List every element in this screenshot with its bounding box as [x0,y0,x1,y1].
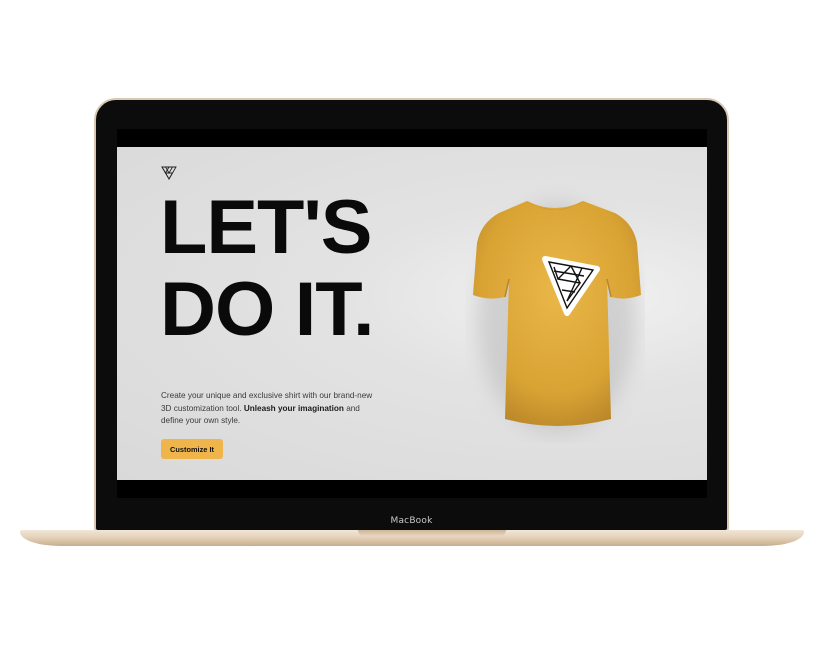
headline-line-1: LET'S [160,185,372,270]
landing-page: LET'S DO IT. Create your unique and excl… [117,147,707,480]
customize-it-button[interactable]: Customize It [161,439,223,459]
triangle-logo-icon[interactable] [161,166,177,180]
hero-headline: LET'S DO IT. [160,185,375,352]
macbook-label: MacBook [390,516,433,526]
laptop-screen: LET'S DO IT. Create your unique and excl… [117,129,707,498]
tshirt-3d-model[interactable] [465,183,645,443]
laptop-notch [358,530,506,536]
headline-line-2: DO IT. [160,267,375,352]
hero-description: Create your unique and exclusive shirt w… [161,390,381,428]
description-emphasis: Unleash your imagination [243,403,344,413]
stage: MacBook LET'S DO IT. Create your unique … [0,0,824,645]
laptop-base [20,530,804,546]
